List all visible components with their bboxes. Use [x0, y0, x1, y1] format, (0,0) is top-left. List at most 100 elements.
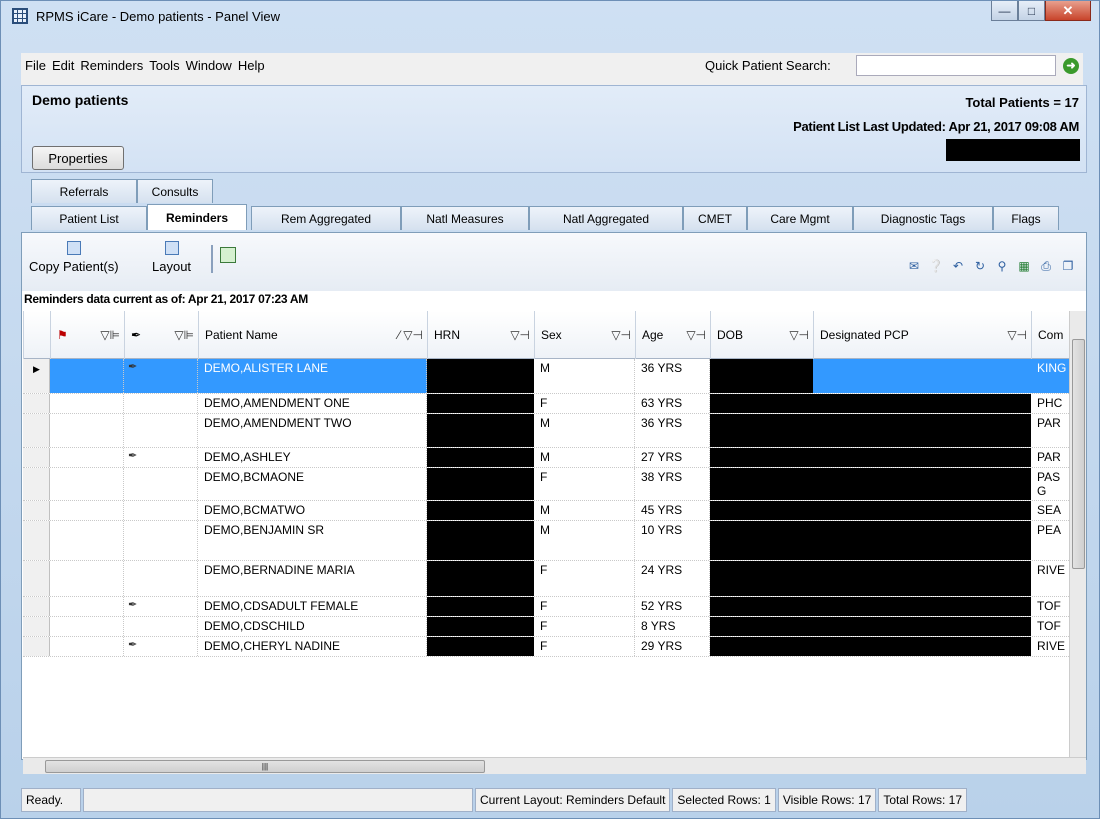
status-layout: Current Layout: Reminders Default: [475, 788, 671, 812]
row-selector[interactable]: [23, 521, 50, 560]
dob-cell: [710, 414, 813, 447]
menu-window[interactable]: Window: [186, 58, 232, 73]
print-icon[interactable]: ⎙: [1038, 258, 1054, 274]
header-dob-label: DOB: [717, 328, 744, 342]
row-selector[interactable]: [23, 597, 50, 616]
pcp-filter-icon[interactable]: ▽⊣: [1007, 328, 1027, 342]
menu-help[interactable]: Help: [238, 58, 265, 73]
hrn-cell: [427, 394, 534, 413]
table-row[interactable]: ✒ DEMO,CHERYL NADINE F 29 YRS RIVE: [23, 637, 1069, 657]
header-reminder[interactable]: ✒ ▽⊫: [124, 311, 198, 359]
table-row[interactable]: ✒ DEMO,CDSADULT FEMALE F 52 YRS TOF: [23, 597, 1069, 617]
community-cell: PEA: [1037, 523, 1062, 537]
mail-icon[interactable]: ✉: [906, 258, 922, 274]
row-selector[interactable]: [23, 501, 50, 520]
filter-pin-icon-2[interactable]: ▽⊫: [174, 328, 194, 342]
row-selector[interactable]: [23, 448, 50, 467]
table-row[interactable]: DEMO,BCMATWO M 45 YRS SEA: [23, 501, 1069, 521]
maximize-button[interactable]: □: [1018, 1, 1045, 21]
row-selector[interactable]: [23, 637, 50, 656]
feather-icon: ✒: [128, 450, 138, 462]
header-patient-name[interactable]: Patient Name ⁄ ▽⊣: [198, 311, 427, 359]
age-filter-icon[interactable]: ▽⊣: [686, 328, 706, 342]
row-selector[interactable]: ▶: [23, 359, 50, 393]
row-selector[interactable]: [23, 561, 50, 596]
excel-icon[interactable]: ▦: [1016, 258, 1032, 274]
find-binoculars-icon[interactable]: ⚲: [994, 258, 1010, 274]
table-row[interactable]: ▶ ✒ DEMO,ALISTER LANE M 36 YRS KING: [23, 359, 1069, 394]
go-arrow-icon[interactable]: ➜: [1063, 58, 1079, 74]
title-bar[interactable]: RPMS iCare - Demo patients - Panel View …: [1, 1, 1099, 31]
close-button[interactable]: ✕: [1045, 1, 1091, 21]
tab-reminders[interactable]: Reminders: [147, 204, 247, 230]
table-row[interactable]: DEMO,BERNADINE MARIA F 24 YRS RIVE: [23, 561, 1069, 597]
hrn-filter-icon[interactable]: ▽⊣: [510, 328, 530, 342]
community-cell: TOF: [1037, 619, 1061, 633]
table-row[interactable]: ✒ DEMO,ASHLEY M 27 YRS PAR: [23, 448, 1069, 468]
refresh-icon[interactable]: ↻: [972, 258, 988, 274]
schedule-icon[interactable]: [220, 247, 236, 263]
tab-patient-list[interactable]: Patient List: [31, 206, 147, 230]
sort-filter-icon[interactable]: ⁄ ▽⊣: [398, 328, 423, 342]
row-selector[interactable]: [23, 394, 50, 413]
table-row[interactable]: DEMO,AMENDMENT ONE F 63 YRS PHC: [23, 394, 1069, 414]
filter-pin-icon[interactable]: ▽⊫: [100, 328, 120, 342]
menu-tools[interactable]: Tools: [149, 58, 179, 73]
vertical-scrollbar[interactable]: [1069, 311, 1086, 757]
header-dob[interactable]: DOB ▽⊣: [710, 311, 813, 359]
menu-reminders[interactable]: Reminders: [80, 58, 143, 73]
minimize-button[interactable]: —: [991, 1, 1018, 21]
header-com-label: Com: [1038, 328, 1064, 342]
tab-cmet[interactable]: CMET: [683, 206, 747, 230]
copy-icon-right[interactable]: ❐: [1060, 258, 1076, 274]
tab-consults[interactable]: Consults: [137, 179, 213, 203]
hrn-cell: [427, 597, 534, 616]
hrn-cell: [427, 637, 534, 656]
tab-diagnostic-tags[interactable]: Diagnostic Tags: [853, 206, 993, 230]
tab-rem-aggregated[interactable]: Rem Aggregated: [251, 206, 401, 230]
header-community[interactable]: Com: [1031, 311, 1069, 359]
header-patient-name-label: Patient Name: [205, 328, 278, 342]
sex-filter-icon[interactable]: ▽⊣: [611, 328, 631, 342]
table-row[interactable]: DEMO,BENJAMIN SR M 10 YRS PEA: [23, 521, 1069, 561]
sex-cell: F: [534, 561, 635, 596]
properties-button[interactable]: Properties: [32, 146, 124, 170]
header-flag[interactable]: ⚑ ▽⊫: [50, 311, 124, 359]
age-cell: 38 YRS: [635, 468, 710, 500]
table-row[interactable]: DEMO,CDSCHILD F 8 YRS TOF: [23, 617, 1069, 637]
sex-cell: F: [534, 637, 635, 656]
row-selector[interactable]: [23, 617, 50, 636]
community-cell: PAR: [1037, 416, 1061, 430]
tab-care-mgmt[interactable]: Care Mgmt: [747, 206, 853, 230]
sex-cell: F: [534, 394, 635, 413]
reminders-panel: Copy Patient(s) Layout ✉ ❔ ↶ ↻ ⚲ ▦ ⎙ ❐ R…: [21, 232, 1087, 774]
header-pcp[interactable]: Designated PCP ▽⊣: [813, 311, 1031, 359]
menu-edit[interactable]: Edit: [52, 58, 74, 73]
header-age[interactable]: Age ▽⊣: [635, 311, 710, 359]
reminder-cell: [124, 394, 198, 413]
patient-grid[interactable]: ⚑ ▽⊫ ✒ ▽⊫ Patient Name ⁄ ▽⊣ HRN ▽⊣ Sex ▽⊣ Age…: [23, 311, 1069, 757]
horizontal-scroll-thumb[interactable]: |||: [45, 760, 485, 773]
vertical-scroll-thumb[interactable]: [1072, 339, 1085, 569]
header-hrn[interactable]: HRN ▽⊣: [427, 311, 534, 359]
menu-file[interactable]: File: [25, 58, 46, 73]
horizontal-scrollbar[interactable]: |||: [23, 757, 1086, 774]
layout-button[interactable]: Layout: [152, 241, 191, 274]
dob-filter-icon[interactable]: ▽⊣: [789, 328, 809, 342]
tab-natl-aggregated[interactable]: Natl Aggregated: [529, 206, 683, 230]
table-row[interactable]: DEMO,AMENDMENT TWO M 36 YRS PAR: [23, 414, 1069, 448]
tab-referrals[interactable]: Referrals: [31, 179, 137, 203]
undo-icon[interactable]: ↶: [950, 258, 966, 274]
copy-patients-button[interactable]: Copy Patient(s): [29, 241, 119, 274]
flag-cell: [50, 448, 124, 467]
dob-cell: [710, 501, 813, 520]
app-grid-icon: [12, 8, 28, 24]
row-selector[interactable]: [23, 468, 50, 500]
help-icon[interactable]: ❔: [928, 258, 944, 274]
header-sex[interactable]: Sex ▽⊣: [534, 311, 635, 359]
quick-search-input[interactable]: [856, 55, 1056, 76]
row-selector[interactable]: [23, 414, 50, 447]
table-row[interactable]: DEMO,BCMAONE F 38 YRS PAS G: [23, 468, 1069, 501]
tab-flags[interactable]: Flags: [993, 206, 1059, 230]
tab-natl-measures[interactable]: Natl Measures: [401, 206, 529, 230]
